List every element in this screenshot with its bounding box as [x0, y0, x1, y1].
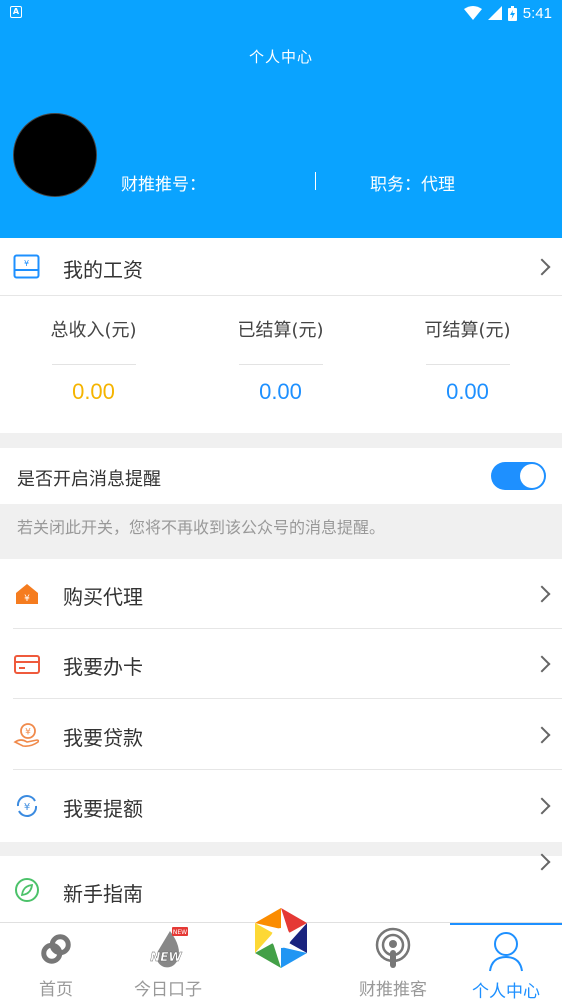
link-icon [41, 934, 71, 964]
yuan-refresh-icon: ¥ [16, 795, 38, 817]
notification-hint: 若关闭此开关，您将不再收到该公众号的消息提醒。 [17, 518, 386, 537]
tab-personal-center[interactable]: 个人中心 [450, 923, 562, 1002]
stat-label: 已结算(元) [237, 320, 324, 341]
chevron-right-icon [533, 585, 551, 603]
person-icon [489, 932, 523, 972]
cai-tui-number-label: 财推推号： [121, 175, 206, 195]
clock: 5:41 [522, 4, 552, 22]
menu-item-label: 购买代理 [63, 585, 143, 609]
svg-text:¥: ¥ [24, 802, 30, 813]
toggle-knob [520, 464, 544, 488]
menu-item-loan[interactable]: ¥ 我要贷款 [0, 700, 562, 770]
menu-list: ¥ 购买代理 我要办卡 ¥ 我要贷款 ¥ 我要提额 [0, 559, 562, 842]
stat-value: 0.00 [446, 379, 489, 404]
tab-label: 今日口子 [134, 980, 202, 1000]
new-drop-icon: NEW NEW [150, 927, 188, 968]
tab-label: 个人中心 [472, 982, 540, 1002]
svg-text:NEW: NEW [150, 950, 182, 964]
stat-settleable: 可结算(元) 0.00 [374, 316, 561, 405]
compass-leaf-icon [15, 878, 39, 902]
svg-text:¥: ¥ [24, 259, 29, 268]
chevron-right-icon [533, 258, 551, 276]
loan-hand-icon: ¥ [13, 723, 40, 747]
menu-item-apply-card[interactable]: 我要办卡 [0, 629, 562, 699]
menu-item-raise-limit[interactable]: ¥ 我要提额 [0, 771, 562, 841]
tab-today-deals[interactable]: NEW NEW 今日口子 [112, 923, 224, 1002]
header-divider [315, 172, 316, 190]
avatar[interactable] [13, 113, 97, 197]
tab-home[interactable]: 首页 [0, 923, 112, 1002]
camera-aperture-icon[interactable] [250, 907, 312, 969]
salary-title: 我的工资 [63, 258, 143, 282]
stat-label: 可结算(元) [424, 320, 511, 341]
tab-cai-tui-ke[interactable]: 财推推客 [337, 923, 449, 1002]
wifi-icon [463, 6, 482, 20]
menu-item-label: 我要提额 [63, 797, 143, 821]
tab-label: 财推推客 [359, 980, 427, 1000]
notification-row: 是否开启消息提醒 [0, 448, 562, 504]
svg-text:¥: ¥ [25, 728, 31, 738]
new-badge: NEW [173, 929, 187, 936]
salary-card: ¥ 我的工资 总收入(元) 0.00 已结算(元) 0.00 可结算(元) 0.… [0, 238, 562, 433]
role-label: 职务：代理 [370, 175, 455, 195]
profile-header: A 5:41 个人中心 财推推号： 职务：代理 [0, 0, 562, 238]
menu-item-label: 我要办卡 [63, 655, 143, 679]
chevron-right-icon [533, 797, 551, 815]
house-icon: ¥ [16, 584, 38, 604]
menu-item-label: 新手指南 [63, 882, 143, 906]
menu-item-label: 我要贷款 [63, 726, 143, 750]
notification-label: 是否开启消息提醒 [17, 469, 161, 490]
signal-icon [487, 6, 502, 20]
stat-total-income: 总收入(元) 0.00 [0, 316, 187, 405]
app-badge-icon: A [10, 6, 22, 18]
salary-header-row[interactable]: ¥ 我的工资 [0, 238, 562, 296]
stat-label: 总收入(元) [50, 320, 137, 341]
menu-item-buy-agent[interactable]: ¥ 购买代理 [0, 559, 562, 629]
battery-icon [507, 5, 517, 21]
stat-value: 0.00 [259, 379, 302, 404]
chevron-right-icon [533, 655, 551, 673]
chevron-right-icon [533, 853, 551, 871]
podcast-icon [375, 927, 411, 968]
status-bar: A 5:41 [0, 0, 562, 26]
page-title: 个人中心 [248, 48, 313, 66]
svg-text:¥: ¥ [24, 594, 30, 604]
tab-label: 首页 [39, 980, 73, 1000]
notification-toggle[interactable] [491, 462, 546, 490]
stat-settled: 已结算(元) 0.00 [187, 316, 374, 405]
salary-stats: 总收入(元) 0.00 已结算(元) 0.00 可结算(元) 0.00 [0, 316, 562, 405]
wallet-icon: ¥ [13, 254, 40, 279]
card-icon [14, 655, 40, 674]
chevron-right-icon [533, 726, 551, 744]
stat-value: 0.00 [72, 379, 115, 404]
